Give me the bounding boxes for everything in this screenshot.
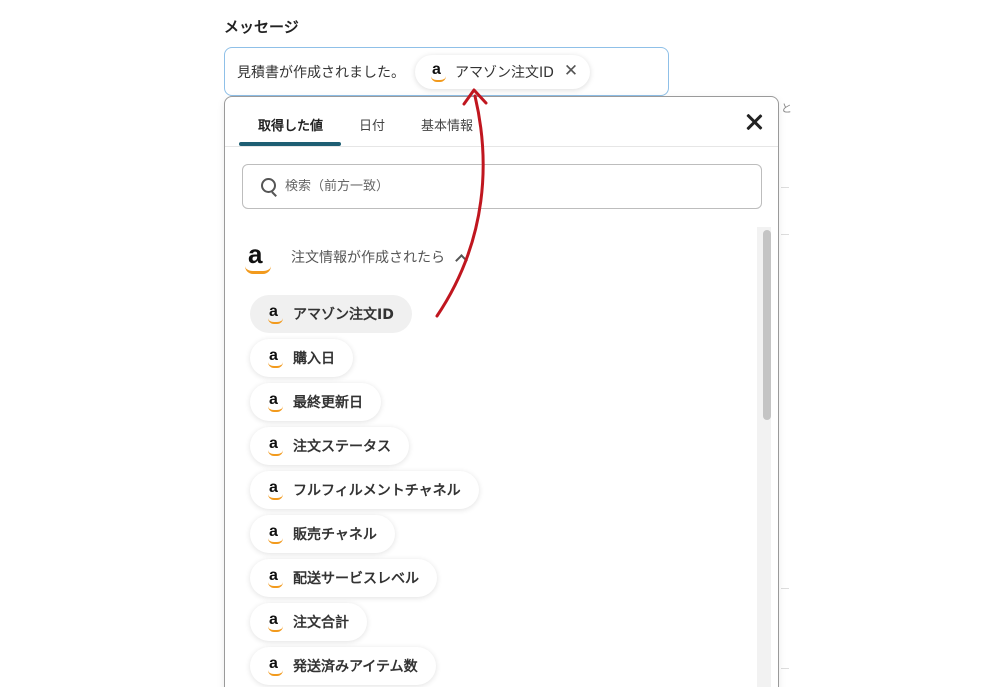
tab-acquired-values[interactable]: 取得した値 xyxy=(258,115,323,134)
amazon-icon: a xyxy=(266,303,284,324)
item-label: 注文ステータス xyxy=(293,439,391,455)
item-label: 発送済みアイテム数 xyxy=(293,659,418,675)
tab-basic-info[interactable]: 基本情報 xyxy=(421,115,473,134)
list-item[interactable]: a アマゾン注文ID xyxy=(250,295,412,333)
item-label: 注文合計 xyxy=(293,615,349,631)
search-icon xyxy=(261,177,279,196)
tab-date[interactable]: 日付 xyxy=(359,115,385,134)
close-icon[interactable] xyxy=(743,111,765,133)
item-label: 販売チャネル xyxy=(293,527,377,543)
amazon-icon: a xyxy=(429,61,447,82)
group-label: 注文情報が作成されたら xyxy=(291,250,445,266)
search-input[interactable] xyxy=(285,179,745,194)
message-field[interactable]: 見積書が作成されました。 a アマゾン注文ID ✕ xyxy=(224,47,669,96)
amazon-icon: a xyxy=(266,347,284,368)
amazon-icon: a xyxy=(266,435,284,456)
scrollbar-thumb[interactable] xyxy=(763,230,771,420)
item-label: 配送サービスレベル xyxy=(293,571,419,587)
list-item[interactable]: a 配送サービスレベル xyxy=(250,559,437,597)
amazon-icon: a xyxy=(266,479,284,500)
list-item[interactable]: a 注文合計 xyxy=(250,603,367,641)
list-item[interactable]: a 販売チャネル xyxy=(250,515,395,553)
item-label: アマゾン注文ID xyxy=(293,307,394,323)
side-divider xyxy=(781,234,789,235)
amazon-icon: a xyxy=(266,611,284,632)
list-item[interactable]: a 最終更新日 xyxy=(250,383,381,421)
group-header[interactable]: a 注文情報が作成されたら xyxy=(242,239,468,274)
side-divider xyxy=(781,588,789,589)
amazon-icon: a xyxy=(266,567,284,588)
amazon-icon: a xyxy=(242,239,274,274)
amazon-icon: a xyxy=(266,655,284,676)
token-label: アマゾン注文ID xyxy=(455,64,554,81)
item-label: 最終更新日 xyxy=(293,395,363,411)
side-divider xyxy=(781,668,789,669)
list-item[interactable]: a フルフィルメントチャネル xyxy=(250,471,479,509)
token-remove-icon[interactable]: ✕ xyxy=(564,63,578,80)
item-label: フルフィルメントチャネル xyxy=(293,483,461,499)
side-divider xyxy=(781,187,789,188)
side-text: と xyxy=(781,102,792,115)
list-item[interactable]: a 購入日 xyxy=(250,339,353,377)
list-item[interactable]: a 注文ステータス xyxy=(250,427,409,465)
message-label: メッセージ xyxy=(224,18,299,36)
inserted-token[interactable]: a アマゾン注文ID ✕ xyxy=(415,54,591,89)
item-label: 購入日 xyxy=(293,351,335,367)
list-item[interactable]: a 発送済みアイテム数 xyxy=(250,647,436,685)
search-box[interactable] xyxy=(242,164,762,209)
variable-picker-panel: 取得した値 日付 基本情報 a 注文情報が作成されたら a アマゾン注文ID a… xyxy=(224,96,779,687)
active-tab-indicator xyxy=(239,142,341,146)
tab-bar: 取得した値 日付 基本情報 xyxy=(225,97,778,147)
message-text: 見積書が作成されました。 xyxy=(237,64,405,81)
chevron-up-icon[interactable] xyxy=(455,253,468,267)
amazon-icon: a xyxy=(266,523,284,544)
amazon-icon: a xyxy=(266,391,284,412)
